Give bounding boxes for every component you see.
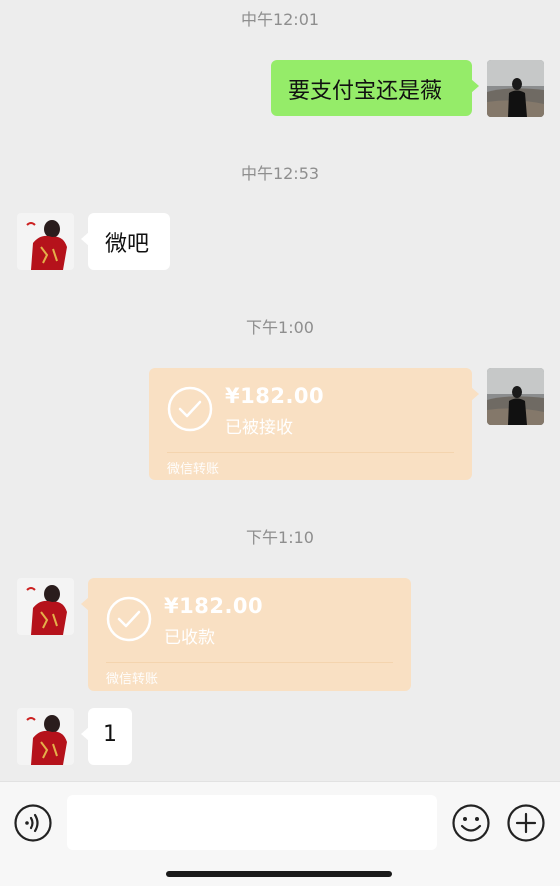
- check-circle-icon: [106, 596, 152, 642]
- transfer-amount: ¥182.00: [225, 384, 325, 408]
- message-text: 要支付宝还是薇: [288, 79, 443, 104]
- transfer-label: 微信转账: [167, 462, 220, 477]
- transfer-card-received[interactable]: ¥182.00 已收款 微信转账: [81, 578, 411, 691]
- emoji-icon[interactable]: [451, 803, 491, 843]
- chat-input-bar: [0, 781, 560, 886]
- avatar-contact[interactable]: [17, 708, 74, 765]
- timestamp: 下午1:00: [246, 318, 314, 337]
- message-bubble-received[interactable]: 微吧: [81, 213, 170, 270]
- avatar-contact[interactable]: [17, 578, 74, 635]
- transfer-status: 已被接收: [225, 418, 293, 438]
- avatar-self[interactable]: [487, 368, 544, 425]
- avatar-self[interactable]: [487, 60, 544, 117]
- message-text: 微吧: [105, 232, 150, 257]
- message-input[interactable]: [67, 795, 437, 850]
- plus-icon[interactable]: [506, 803, 546, 843]
- message-text: 1: [103, 722, 117, 747]
- voice-icon[interactable]: [13, 803, 53, 843]
- timestamp: 下午1:10: [246, 528, 314, 547]
- divider: [167, 452, 454, 453]
- transfer-status: 已收款: [164, 628, 215, 648]
- message-bubble-sent[interactable]: 要支付宝还是薇: [271, 60, 479, 116]
- timestamp: 中午12:53: [240, 164, 320, 183]
- check-circle-icon: [167, 386, 213, 432]
- divider: [106, 662, 393, 663]
- timestamp: 中午12:01: [240, 10, 320, 29]
- transfer-amount: ¥182.00: [164, 594, 264, 618]
- message-bubble-received[interactable]: 1: [81, 708, 132, 765]
- home-indicator[interactable]: [166, 871, 392, 877]
- avatar-contact[interactable]: [17, 213, 74, 270]
- transfer-label: 微信转账: [106, 672, 159, 687]
- transfer-card-sent[interactable]: ¥182.00 已被接收 微信转账: [149, 368, 479, 480]
